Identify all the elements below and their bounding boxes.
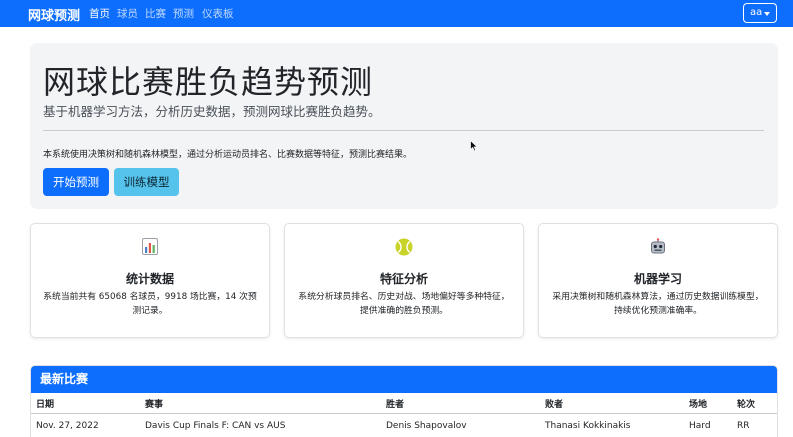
brand-logo[interactable]: 网球预测	[28, 5, 80, 24]
divider	[43, 130, 764, 131]
user-name: aa	[750, 7, 763, 18]
chevron-down-icon	[764, 12, 770, 16]
card-text: 采用决策树和随机森林算法，通过历史数据训练模型，持续优化预测准确率。	[552, 292, 764, 316]
mouse-cursor-icon	[470, 140, 478, 152]
train-model-button[interactable]: 训练模型	[114, 168, 179, 196]
recent-matches-header: 最新比赛	[31, 366, 777, 393]
hero-description: 本系统使用决策树和随机森林模型，通过分析运动员排名、比赛数据等特征，预测比赛结果…	[43, 150, 413, 160]
card-title: 机器学习	[633, 272, 682, 286]
user-dropdown-button[interactable]: aa	[743, 3, 777, 23]
start-predict-button[interactable]: 开始预测	[43, 168, 109, 196]
nav-predict[interactable]: 预测	[173, 6, 194, 21]
col-winner: 胜者	[386, 400, 405, 410]
navbar: 网球预测 首页 球员 比赛 预测 仪表板 aa	[0, 0, 793, 27]
cell-round: RR	[737, 421, 750, 431]
nav-dashboard[interactable]: 仪表板	[202, 6, 234, 21]
page-title: 网球比赛胜负趋势预测	[43, 63, 374, 101]
tennis-ball-icon	[285, 238, 523, 256]
col-date: 日期	[36, 400, 55, 410]
card-title: 统计数据	[125, 272, 174, 286]
card-title: 特征分析	[379, 272, 428, 286]
cell-date: Nov. 27, 2022	[36, 421, 99, 431]
col-loser: 败者	[545, 400, 564, 410]
card-text: 系统当前共有 65068 名球员，9918 场比赛，14 次预测记录。	[43, 292, 257, 316]
bar-chart-icon	[31, 238, 269, 256]
cell-tournament: Davis Cup Finals F: CAN vs AUS	[145, 421, 286, 431]
nav-players[interactable]: 球员	[117, 6, 138, 21]
features-card: 特征分析 系统分析球员排名、历史对战、场地偏好等多种特征，提供准确的胜负预测。	[284, 223, 524, 338]
col-round: 轮次	[737, 400, 756, 410]
nav-matches[interactable]: 比赛	[145, 6, 166, 21]
hero-section: 网球比赛胜负趋势预测 基于机器学习方法，分析历史数据，预测网球比赛胜负趋势。 本…	[30, 43, 778, 209]
ml-card: 机器学习 采用决策树和随机森林算法，通过历史数据训练模型，持续优化预测准确率。	[538, 223, 778, 338]
stats-card: 统计数据 系统当前共有 65068 名球员，9918 场比赛，14 次预测记录。	[30, 223, 270, 338]
divider	[31, 413, 777, 414]
nav-home[interactable]: 首页	[89, 6, 110, 21]
cell-winner: Denis Shapovalov	[386, 421, 467, 431]
col-surface: 场地	[689, 400, 708, 410]
hero-lead: 基于机器学习方法，分析历史数据，预测网球比赛胜负趋势。	[43, 104, 381, 119]
col-tournament: 赛事	[145, 400, 164, 410]
card-text: 系统分析球员排名、历史对战、场地偏好等多种特征，提供准确的胜负预测。	[298, 292, 510, 316]
cell-loser: Thanasi Kokkinakis	[545, 421, 631, 431]
cell-surface: Hard	[689, 421, 711, 431]
robot-icon	[539, 238, 777, 256]
recent-matches-panel: 最新比赛 日期 赛事 胜者 败者 场地 轮次 Nov. 27, 2022 Dav…	[30, 365, 778, 437]
